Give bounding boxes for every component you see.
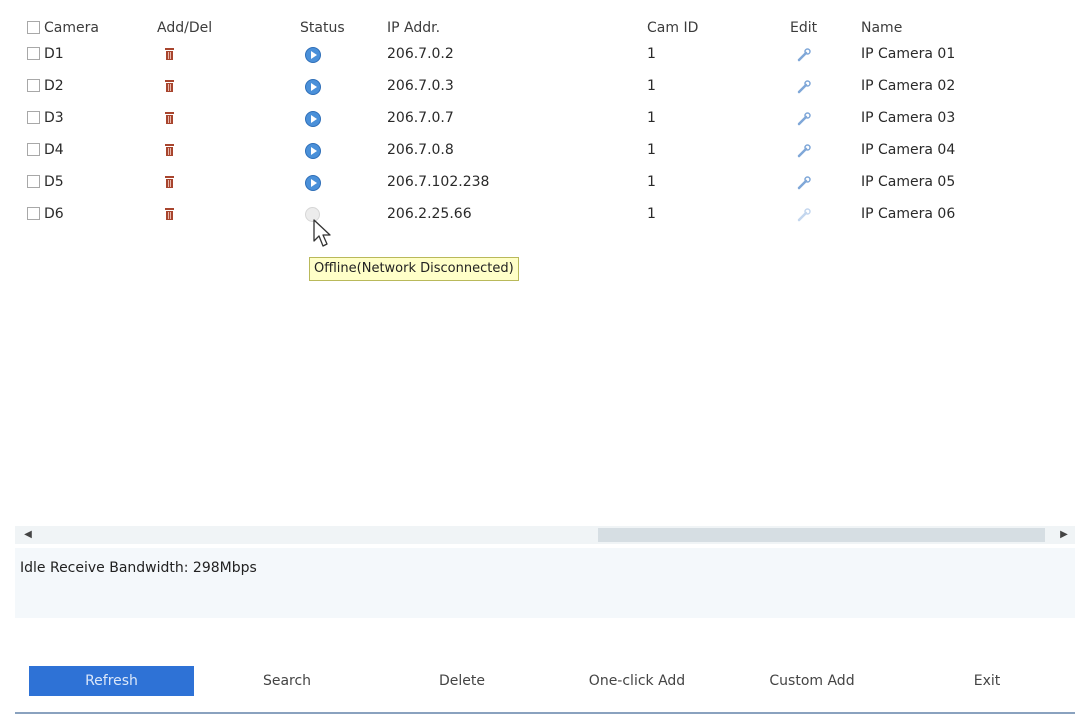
wrench-icon[interactable] — [797, 48, 811, 62]
row-d5-camera[interactable]: D5 — [27, 172, 64, 192]
trash-icon[interactable] — [165, 208, 174, 220]
row-checkbox[interactable] — [27, 79, 40, 92]
cam-id: 1 — [647, 174, 656, 190]
scrollbar-thumb[interactable] — [598, 528, 1045, 542]
status-tooltip: Offline(Network Disconnected) — [309, 257, 519, 281]
idle-bandwidth-text: Idle Receive Bandwidth: 298Mbps — [20, 560, 257, 576]
camera-name: IP Camera 06 — [861, 206, 956, 222]
delete-button[interactable]: Delete — [387, 666, 537, 696]
camera-label: D4 — [44, 142, 64, 158]
camera-label: D5 — [44, 174, 64, 190]
trash-icon[interactable] — [165, 112, 174, 124]
row-checkbox[interactable] — [27, 143, 40, 156]
info-panel — [15, 548, 1075, 618]
status-online-icon[interactable] — [305, 47, 321, 63]
ip-address: 206.2.25.66 — [387, 206, 472, 222]
ip-address: 206.7.102.238 — [387, 174, 490, 190]
exit-button[interactable]: Exit — [912, 666, 1062, 696]
trash-icon[interactable] — [165, 80, 174, 92]
wrench-icon[interactable] — [797, 208, 811, 222]
header-add-del: Add/Del — [157, 20, 213, 36]
camera-name: IP Camera 05 — [861, 174, 956, 190]
arrow-left-icon[interactable]: ◀ — [19, 526, 37, 544]
wrench-icon[interactable] — [797, 176, 811, 190]
cam-id: 1 — [647, 206, 656, 222]
bottom-divider — [15, 712, 1075, 714]
row-checkbox[interactable] — [27, 47, 40, 60]
one-click-add-button[interactable]: One-click Add — [562, 666, 712, 696]
header-name: Name — [861, 20, 903, 36]
horizontal-scrollbar[interactable]: ◀ ▶ — [15, 526, 1075, 544]
cam-id: 1 — [647, 110, 656, 126]
camera-name: IP Camera 04 — [861, 142, 956, 158]
camera-name: IP Camera 03 — [861, 110, 956, 126]
row-checkbox[interactable] — [27, 111, 40, 124]
trash-icon[interactable] — [165, 176, 174, 188]
row-d3-camera[interactable]: D3 — [27, 108, 64, 128]
camera-label: D1 — [44, 46, 64, 62]
wrench-icon[interactable] — [797, 112, 811, 126]
trash-icon[interactable] — [165, 48, 174, 60]
header-camera[interactable]: Camera — [27, 18, 99, 38]
wrench-icon[interactable] — [797, 144, 811, 158]
header-cam-id: Cam ID — [647, 20, 699, 36]
refresh-button[interactable]: Refresh — [29, 666, 194, 696]
cam-id: 1 — [647, 46, 656, 62]
status-online-icon[interactable] — [305, 111, 321, 127]
trash-icon[interactable] — [165, 144, 174, 156]
row-d2-camera[interactable]: D2 — [27, 76, 64, 96]
row-checkbox[interactable] — [27, 175, 40, 188]
ip-address: 206.7.0.2 — [387, 46, 454, 62]
ip-address: 206.7.0.3 — [387, 78, 454, 94]
wrench-icon[interactable] — [797, 80, 811, 94]
camera-label: D3 — [44, 110, 64, 126]
row-d4-camera[interactable]: D4 — [27, 140, 64, 160]
camera-table: Camera Add/Del Status IP Addr. Cam ID Ed… — [15, 10, 1075, 520]
header-ip: IP Addr. — [387, 20, 441, 36]
ip-address: 206.7.0.7 — [387, 110, 454, 126]
custom-add-button[interactable]: Custom Add — [737, 666, 887, 696]
status-online-icon[interactable] — [305, 175, 321, 191]
row-checkbox[interactable] — [27, 207, 40, 220]
arrow-right-icon[interactable]: ▶ — [1055, 526, 1073, 544]
search-button[interactable]: Search — [212, 666, 362, 696]
header-camera-label: Camera — [44, 20, 99, 36]
row-d1-camera[interactable]: D1 — [27, 44, 64, 64]
camera-label: D2 — [44, 78, 64, 94]
status-online-icon[interactable] — [305, 143, 321, 159]
cam-id: 1 — [647, 142, 656, 158]
header-status: Status — [300, 20, 345, 36]
camera-label: D6 — [44, 206, 64, 222]
row-d6-camera[interactable]: D6 — [27, 204, 64, 224]
header-edit: Edit — [790, 20, 818, 36]
cam-id: 1 — [647, 78, 656, 94]
ip-address: 206.7.0.8 — [387, 142, 454, 158]
camera-name: IP Camera 02 — [861, 78, 956, 94]
mouse-cursor-icon — [313, 219, 331, 247]
status-online-icon[interactable] — [305, 79, 321, 95]
select-all-checkbox[interactable] — [27, 21, 40, 34]
camera-name: IP Camera 01 — [861, 46, 956, 62]
